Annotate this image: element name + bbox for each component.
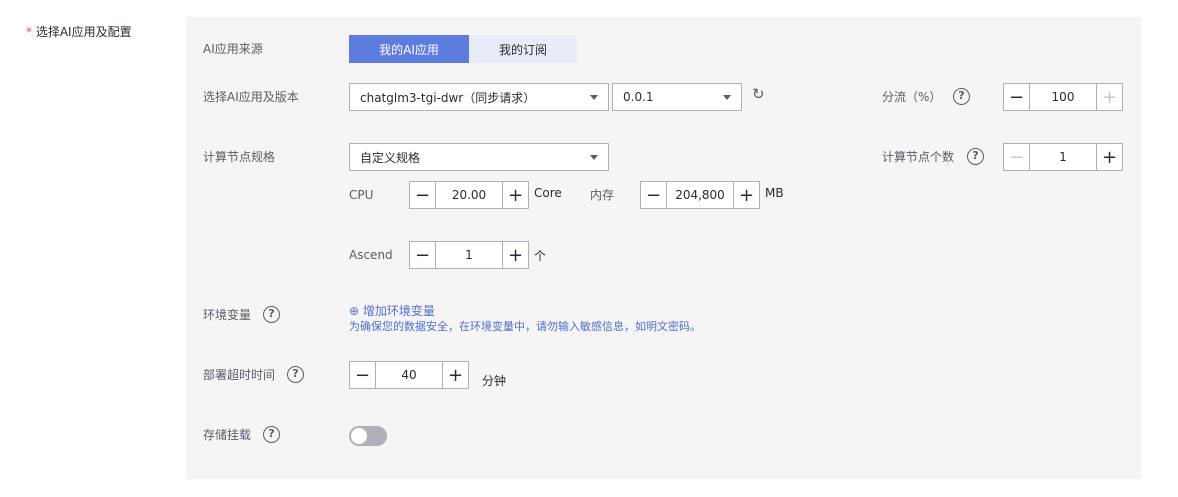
chevron-down-icon — [590, 94, 598, 100]
traffic-input[interactable]: 100 — [1030, 84, 1096, 110]
source-label: AI应用来源 — [203, 42, 263, 56]
spec-select[interactable]: 自定义规格 — [349, 143, 609, 171]
node-count-decrement-button[interactable]: − — [1004, 144, 1030, 170]
app-select-value: chatglm3-tgi-dwr（同步请求） — [360, 90, 536, 105]
cpu-stepper: − 20.00 + — [409, 181, 529, 209]
storage-toggle[interactable] — [349, 426, 387, 446]
chevron-down-icon — [590, 154, 598, 160]
add-circle-icon: ⊕ — [349, 304, 360, 318]
help-icon[interactable]: ? — [263, 306, 280, 323]
timeout-input[interactable]: 40 — [376, 362, 442, 388]
timeout-stepper: − 40 + — [349, 361, 469, 389]
refresh-icon[interactable]: ↻ — [752, 85, 765, 103]
version-select-value: 0.0.1 — [623, 90, 654, 104]
toggle-knob — [351, 428, 367, 444]
node-count-increment-button[interactable]: + — [1096, 144, 1122, 170]
add-env-var-link[interactable]: ⊕ 增加环境变量 — [349, 302, 435, 319]
memory-label: 内存 — [590, 188, 615, 202]
app-version-label: 选择AI应用及版本 — [203, 90, 299, 104]
memory-stepper: − 204,800 + — [640, 181, 760, 209]
cpu-increment-button[interactable]: + — [502, 182, 528, 208]
ascend-stepper: − 1 + — [409, 241, 529, 269]
add-env-var-label: 增加环境变量 — [362, 304, 435, 318]
traffic-label: 分流（%） — [882, 90, 942, 104]
tab-my-subscription[interactable]: 我的订阅 — [469, 35, 577, 63]
version-select[interactable]: 0.0.1 — [612, 83, 742, 111]
node-count-stepper: − 1 + — [1003, 143, 1123, 171]
ascend-label: Ascend — [349, 248, 393, 262]
help-icon[interactable]: ? — [953, 88, 970, 105]
storage-label: 存储挂载 — [203, 428, 252, 442]
cpu-decrement-button[interactable]: − — [410, 182, 436, 208]
cpu-unit: Core — [534, 186, 562, 200]
source-tabs: 我的AI应用 我的订阅 — [349, 35, 577, 63]
memory-unit: MB — [765, 186, 784, 200]
node-count-label: 计算节点个数 — [882, 150, 955, 164]
memory-decrement-button[interactable]: − — [641, 182, 667, 208]
required-mark: * — [26, 25, 32, 39]
ascend-input[interactable]: 1 — [436, 242, 502, 268]
timeout-decrement-button[interactable]: − — [350, 362, 376, 388]
help-icon[interactable]: ? — [967, 148, 984, 165]
cpu-input[interactable]: 20.00 — [436, 182, 502, 208]
traffic-increment-button[interactable]: + — [1096, 84, 1122, 110]
spec-label: 计算节点规格 — [203, 150, 276, 164]
cpu-label: CPU — [349, 188, 374, 202]
section-title: 选择AI应用及配置 — [35, 25, 132, 39]
ascend-unit: 个 — [534, 249, 547, 263]
traffic-decrement-button[interactable]: − — [1004, 84, 1030, 110]
app-select[interactable]: chatglm3-tgi-dwr（同步请求） — [349, 83, 609, 111]
section-label: * 选择AI应用及配置 — [26, 23, 132, 40]
timeout-increment-button[interactable]: + — [442, 362, 468, 388]
timeout-label: 部署超时时间 — [203, 368, 276, 382]
traffic-stepper: − 100 + — [1003, 83, 1123, 111]
chevron-down-icon — [723, 94, 731, 100]
tab-my-ai-app[interactable]: 我的AI应用 — [349, 35, 469, 63]
help-icon[interactable]: ? — [287, 366, 304, 383]
env-label: 环境变量 — [203, 308, 252, 322]
help-icon[interactable]: ? — [263, 426, 280, 443]
timeout-unit: 分钟 — [482, 374, 507, 388]
ascend-increment-button[interactable]: + — [502, 242, 528, 268]
spec-select-value: 自定义规格 — [360, 150, 421, 165]
memory-input[interactable]: 204,800 — [667, 182, 733, 208]
node-count-input[interactable]: 1 — [1030, 144, 1096, 170]
ascend-decrement-button[interactable]: − — [410, 242, 436, 268]
env-security-hint: 为确保您的数据安全，在环境变量中，请勿输入敏感信息，如明文密码。 — [349, 320, 701, 333]
memory-increment-button[interactable]: + — [733, 182, 759, 208]
